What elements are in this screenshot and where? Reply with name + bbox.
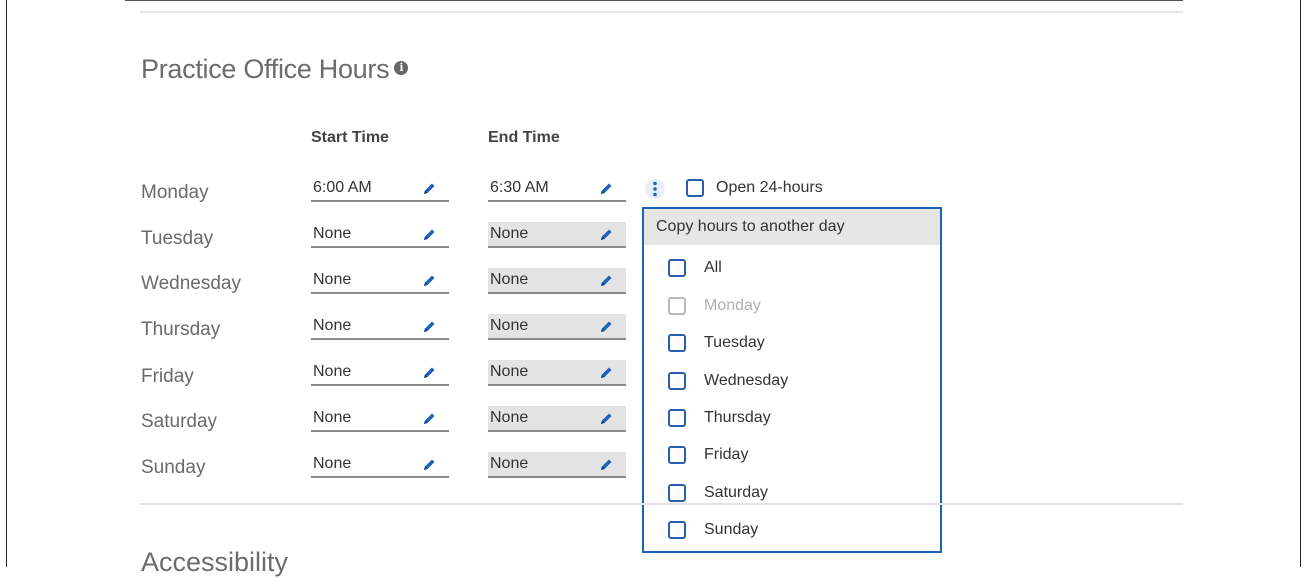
checkbox[interactable]	[668, 484, 686, 502]
start-time-value: 6:00 AM	[313, 179, 372, 196]
pencil-icon[interactable]	[598, 273, 614, 289]
open-24-hours-label: Open 24-hours	[716, 179, 823, 196]
end-time-field-tuesday[interactable]: None	[488, 222, 626, 248]
pencil-icon[interactable]	[598, 411, 614, 427]
start-time-field-sunday[interactable]: None	[311, 452, 449, 478]
day-label-tuesday: Tuesday	[141, 228, 214, 249]
copy-option-monday: Monday	[668, 297, 761, 315]
pencil-icon[interactable]	[421, 273, 437, 289]
copy-option-sunday[interactable]: Sunday	[668, 521, 758, 539]
copy-option-all[interactable]: All	[668, 259, 722, 277]
start-time-value: None	[313, 455, 352, 472]
end-time-value: None	[490, 363, 529, 380]
pencil-icon[interactable]	[598, 457, 614, 473]
start-time-value: None	[313, 271, 352, 288]
copy-option-tuesday[interactable]: Tuesday	[668, 334, 765, 352]
section-divider-top	[140, 11, 1183, 13]
end-time-value: None	[490, 409, 529, 426]
end-time-value: None	[490, 225, 529, 242]
open-24-hours-checkbox[interactable]	[686, 179, 704, 197]
start-time-header: Start Time	[311, 129, 389, 146]
copy-option-thursday[interactable]: Thursday	[668, 409, 771, 427]
start-time-field-wednesday[interactable]: None	[311, 268, 449, 294]
end-time-value: None	[490, 271, 529, 288]
day-label-saturday: Saturday	[141, 411, 218, 432]
end-time-field-thursday[interactable]: None	[488, 314, 626, 340]
day-label-wednesday: Wednesday	[141, 273, 241, 294]
start-time-field-saturday[interactable]: None	[311, 406, 449, 432]
day-label-monday: Monday	[141, 182, 209, 203]
accessibility-section-title: Accessibility	[141, 547, 289, 577]
copy-option-label: Sunday	[704, 521, 759, 538]
end-time-field-sunday[interactable]: None	[488, 452, 626, 478]
open-24-hours-option[interactable]: Open 24-hours	[686, 179, 823, 197]
kebab-icon	[645, 179, 665, 199]
copy-option-label: Wednesday	[704, 372, 789, 389]
end-time-field-monday[interactable]: 6:30 AM	[488, 176, 626, 202]
copy-option-label: Monday	[704, 297, 761, 314]
copy-option-friday[interactable]: Friday	[668, 446, 748, 464]
copy-option-label: Friday	[704, 446, 749, 463]
end-time-field-saturday[interactable]: None	[488, 406, 626, 432]
pencil-icon[interactable]	[421, 181, 437, 197]
end-time-value: 6:30 AM	[490, 179, 549, 196]
section-divider-bottom	[140, 503, 1183, 505]
section-title-text: Practice Office Hours	[141, 54, 390, 84]
start-time-field-tuesday[interactable]: None	[311, 222, 449, 248]
end-time-value: None	[490, 455, 529, 472]
end-time-field-friday[interactable]: None	[488, 360, 626, 386]
copy-option-saturday[interactable]: Saturday	[668, 484, 768, 502]
top-rule	[125, 0, 1183, 1]
day-label-sunday: Sunday	[141, 457, 206, 478]
checkbox[interactable]	[668, 334, 686, 352]
start-time-value: None	[313, 225, 352, 242]
start-time-value: None	[313, 409, 352, 426]
pencil-icon[interactable]	[421, 457, 437, 473]
pencil-icon[interactable]	[421, 365, 437, 381]
end-time-field-wednesday[interactable]: None	[488, 268, 626, 294]
start-time-field-monday[interactable]: 6:00 AM	[311, 176, 449, 202]
copy-option-label: Saturday	[704, 484, 769, 501]
checkbox[interactable]	[668, 409, 686, 427]
copy-option-wednesday[interactable]: Wednesday	[668, 372, 788, 390]
end-time-header: End Time	[488, 129, 560, 146]
day-label-thursday: Thursday	[141, 319, 221, 340]
pencil-icon[interactable]	[598, 365, 614, 381]
pencil-icon[interactable]	[421, 227, 437, 243]
checkbox[interactable]	[668, 372, 686, 390]
pencil-icon[interactable]	[421, 319, 437, 335]
copy-option-label: Thursday	[704, 409, 771, 426]
copy-hours-menu: Copy hours to another day All Monday Tue…	[642, 207, 942, 553]
copy-option-label: All	[704, 259, 722, 276]
pencil-icon[interactable]	[598, 181, 614, 197]
copy-option-label: Tuesday	[704, 334, 765, 351]
start-time-value: None	[313, 363, 352, 380]
day-label-friday: Friday	[141, 366, 194, 387]
copy-hours-menu-header: Copy hours to another day	[644, 209, 940, 245]
pencil-icon[interactable]	[598, 227, 614, 243]
checkbox	[668, 297, 686, 315]
start-time-value: None	[313, 317, 352, 334]
end-time-value: None	[490, 317, 529, 334]
checkbox[interactable]	[668, 259, 686, 277]
pencil-icon[interactable]	[598, 319, 614, 335]
info-icon[interactable]: i	[394, 60, 409, 75]
section-title: Practice Office Hours i	[141, 54, 409, 85]
more-options-button[interactable]	[645, 176, 665, 202]
start-time-field-friday[interactable]: None	[311, 360, 449, 386]
pencil-icon[interactable]	[421, 411, 437, 427]
checkbox[interactable]	[668, 521, 686, 539]
checkbox[interactable]	[668, 446, 686, 464]
start-time-field-thursday[interactable]: None	[311, 314, 449, 340]
